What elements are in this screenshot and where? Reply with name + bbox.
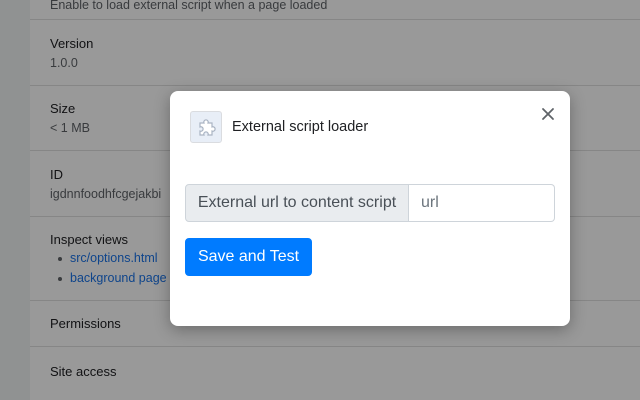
puzzle-piece-icon	[190, 111, 222, 143]
script-url-input[interactable]	[409, 184, 555, 222]
close-icon[interactable]	[538, 104, 558, 124]
script-url-input-group: External url to content script	[185, 184, 555, 222]
script-loader-dialog: External script loader External url to c…	[170, 91, 570, 326]
script-url-label: External url to content script	[185, 184, 409, 222]
save-and-test-button[interactable]: Save and Test	[185, 238, 312, 276]
dialog-title: External script loader	[232, 119, 369, 135]
